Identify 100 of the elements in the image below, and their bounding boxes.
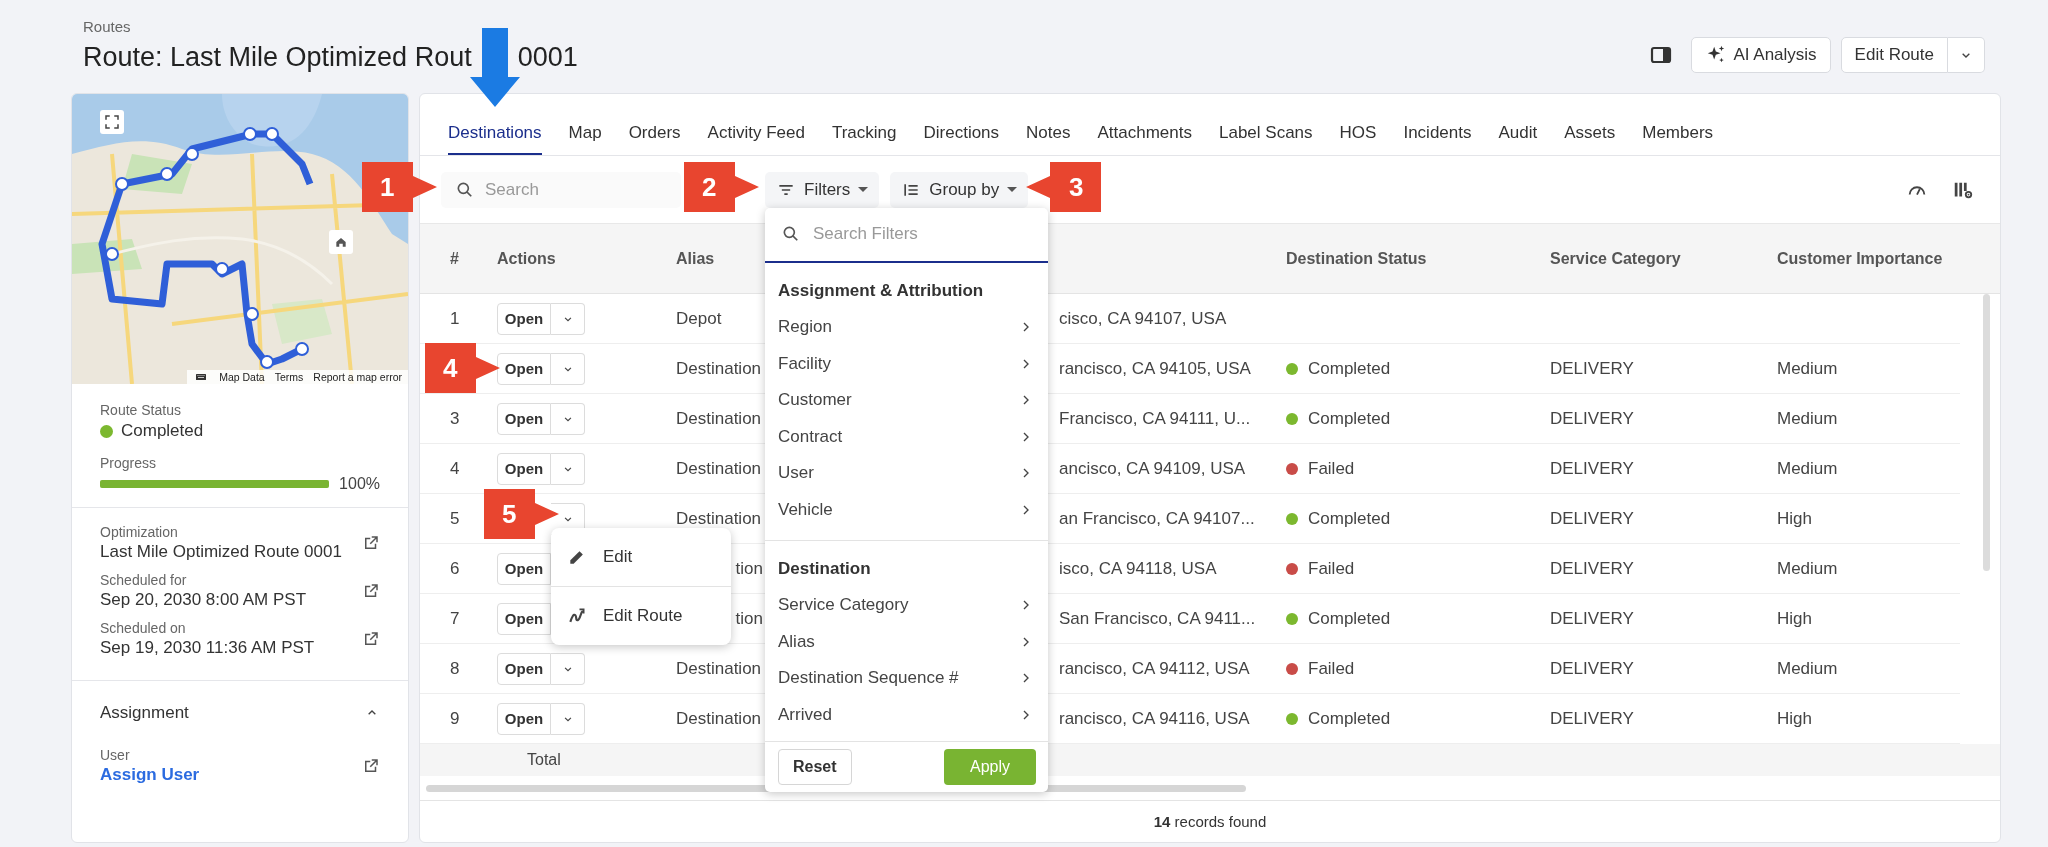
tab[interactable]: Notes [1026, 121, 1071, 155]
field-label: Route Status [100, 402, 182, 418]
vertical-scrollbar[interactable] [1983, 294, 1990, 571]
tab[interactable]: Orders [628, 121, 681, 155]
column-header[interactable]: Service Category [1550, 249, 1681, 268]
table-cell-text: tion [734, 558, 763, 579]
group-by-button[interactable]: Group by [890, 171, 1029, 208]
search-field[interactable]: Search [441, 171, 681, 208]
open-button[interactable]: Open [497, 702, 551, 735]
progress-value: 100% [339, 475, 380, 493]
table-cell: an Francisco, CA 94107... [1059, 508, 1255, 529]
tab[interactable]: Audit [1498, 121, 1538, 155]
external-link-icon[interactable] [362, 757, 380, 775]
column-header[interactable]: Alias [676, 249, 715, 268]
table-cell: Completed [1308, 408, 1391, 429]
tab[interactable]: Attachments [1097, 121, 1192, 155]
table-cell: Francisco, CA 94111, U... [1059, 408, 1251, 429]
external-link-icon[interactable] [362, 630, 380, 648]
search-input[interactable]: Search Filters [813, 219, 993, 250]
open-button[interactable]: Open [497, 302, 551, 335]
reset-button[interactable]: Reset [778, 748, 852, 785]
breadcrumb-link[interactable]: Routes [83, 18, 578, 35]
open-button[interactable]: Open [497, 652, 551, 685]
external-link-icon[interactable] [362, 534, 380, 552]
open-button[interactable]: Open [497, 452, 551, 485]
table-cell: Destination [676, 358, 763, 379]
table-cell: Destination [676, 458, 763, 479]
filter-option[interactable]: Alias [765, 623, 1048, 660]
table-cell: Completed [1308, 508, 1391, 529]
map-attribution-link[interactable]: Report a map error [313, 371, 402, 383]
tab[interactable]: Destinations [448, 121, 542, 155]
row-number: 6 [450, 558, 460, 579]
table-cell: rancisco, CA 94105, USA [1059, 358, 1251, 379]
edit-route-button[interactable]: Edit Route [1840, 37, 1948, 73]
external-link-icon[interactable] [362, 582, 380, 600]
table-cell: DELIVERY [1550, 508, 1634, 529]
table-cell-text: Depot [676, 308, 723, 329]
table-cell: DELIVERY [1550, 558, 1634, 579]
section-title: Destination [777, 557, 872, 580]
filter-option[interactable]: Customer [765, 381, 1048, 419]
tab[interactable]: Incidents [1403, 121, 1472, 155]
tab[interactable]: HOS [1339, 121, 1377, 155]
table-cell: isco, CA 94118, USA [1059, 558, 1217, 579]
tab[interactable]: Directions [923, 121, 1000, 155]
filter-option[interactable]: Contract [765, 418, 1048, 455]
filter-option[interactable]: User [765, 454, 1048, 492]
fullscreen-button[interactable] [100, 110, 124, 134]
open-button[interactable]: Open [497, 602, 551, 635]
caret-icon [858, 187, 869, 192]
field-value: Last Mile Optimized Route 0001 [100, 542, 342, 562]
table-cell: ancisco, CA 94109, USA [1059, 458, 1246, 479]
map-attribution-link[interactable]: Terms [274, 371, 304, 383]
status-text: Completed [121, 421, 204, 441]
tab[interactable]: Members [1642, 121, 1714, 155]
row-number: 1 [450, 308, 460, 329]
column-header[interactable]: Destination Status [1286, 249, 1427, 268]
table-cell: Medium [1777, 358, 1838, 379]
home-icon [334, 235, 348, 249]
filter-option[interactable]: Destination Sequence # [765, 659, 1048, 697]
table-cell: Destination [676, 658, 763, 679]
table-cell: Medium [1777, 408, 1838, 429]
open-button[interactable]: Open [497, 352, 551, 385]
row-number: 8 [450, 658, 460, 679]
field-label: User [100, 747, 131, 763]
filter-option[interactable]: Vehicle [765, 491, 1048, 528]
tab[interactable]: Map [568, 121, 602, 155]
column-header[interactable]: # [450, 249, 459, 268]
table-cell: DELIVERY [1550, 458, 1634, 479]
table-cell: Completed [1308, 358, 1391, 379]
search-input[interactable]: Search [485, 174, 665, 205]
table-cell: Failed [1308, 558, 1355, 579]
menu-item[interactable]: Edit Route [551, 586, 731, 645]
table-cell: DELIVERY [1550, 408, 1634, 429]
table-cell: rancisco, CA 94112, USA [1059, 658, 1250, 679]
search-filters-field[interactable]: Search Filters [765, 208, 1048, 263]
open-button[interactable]: Open [497, 402, 551, 435]
filter-option[interactable]: Arrived [765, 696, 1048, 733]
column-header[interactable]: Customer Importance [1777, 249, 1943, 268]
map-attribution-link[interactable]: Map Data [219, 371, 265, 383]
column-header[interactable]: Actions [497, 249, 556, 268]
table-cell: Failed [1308, 458, 1355, 479]
table-cell: Completed [1308, 708, 1391, 729]
table-cell: High [1777, 508, 1812, 529]
row-number: 4 [450, 458, 460, 479]
total-label: Total [527, 751, 561, 769]
open-button[interactable]: Open [497, 552, 551, 585]
field-label: Scheduled on [100, 620, 187, 636]
tab[interactable]: Activity Feed [707, 121, 805, 155]
table-cell: Destination [676, 508, 763, 529]
table-cell: Medium [1777, 558, 1838, 579]
filter-option[interactable]: Facility [765, 345, 1048, 382]
filter-option[interactable]: Region [765, 308, 1048, 346]
tab[interactable]: Tracking [831, 121, 897, 155]
ai-analysis-button[interactable]: AI Analysis [1691, 37, 1831, 73]
filters-button[interactable]: Filters [765, 171, 880, 208]
filter-option[interactable]: Service Category [765, 586, 1048, 624]
assign-user-link[interactable]: Assign User [100, 765, 200, 784]
table-cell: Failed [1308, 658, 1355, 679]
tab[interactable]: Label Scans [1219, 121, 1313, 155]
tab[interactable]: Assets [1564, 121, 1616, 155]
